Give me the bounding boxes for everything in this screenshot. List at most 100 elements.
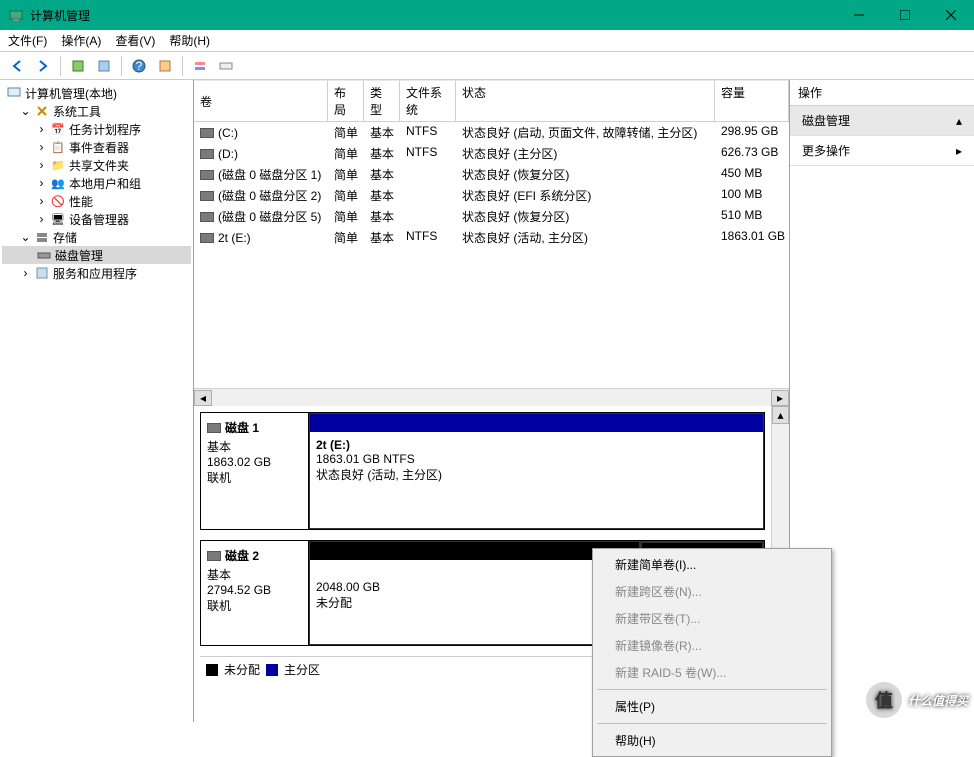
menu-file[interactable]: 文件(F) — [8, 32, 47, 49]
cell-type: 基本 — [364, 207, 400, 226]
expand-icon[interactable]: › — [36, 212, 47, 226]
cell-type: 基本 — [364, 123, 400, 142]
tree-label: 服务和应用程序 — [53, 265, 137, 282]
scroll-right-icon[interactable]: ▸ — [771, 390, 789, 406]
cell-fs: NTFS — [400, 123, 456, 142]
cell-type: 基本 — [364, 228, 400, 247]
back-button[interactable] — [6, 55, 28, 77]
watermark-text: 什么值得买 — [908, 692, 968, 709]
item-icon: 📋 — [50, 139, 66, 155]
table-header: 卷 布局 类型 文件系统 状态 容量 — [194, 80, 789, 122]
col-type[interactable]: 类型 — [364, 80, 400, 121]
cell-capacity: 100 MB — [715, 186, 789, 205]
cell-layout: 简单 — [328, 186, 364, 205]
menu-new-striped-volume[interactable]: 新建带区卷(T)... — [595, 605, 829, 632]
maximize-button[interactable] — [882, 0, 928, 30]
horizontal-scrollbar[interactable]: ◂ ▸ — [194, 388, 789, 406]
col-status[interactable]: 状态 — [456, 80, 715, 121]
partition-title: 2t (E:) — [316, 438, 757, 452]
menu-properties[interactable]: 属性(P) — [595, 693, 829, 720]
partition-e[interactable]: 2t (E:) 1863.01 GB NTFS 状态良好 (活动, 主分区) — [309, 413, 764, 529]
collapse-icon[interactable]: ⌄ — [20, 230, 31, 244]
expand-icon[interactable]: › — [36, 140, 47, 154]
table-row[interactable]: (磁盘 0 磁盘分区 1)简单基本状态良好 (恢复分区)450 MB — [194, 164, 789, 185]
tree-item[interactable]: ›📅任务计划程序 — [2, 120, 191, 138]
tree-services[interactable]: › 服务和应用程序 — [2, 264, 191, 282]
expand-icon[interactable]: › — [36, 176, 47, 190]
menu-new-spanned-volume[interactable]: 新建跨区卷(N)... — [595, 578, 829, 605]
scroll-up-icon[interactable]: ▴ — [772, 406, 789, 424]
close-button[interactable] — [928, 0, 974, 30]
scroll-left-icon[interactable]: ◂ — [194, 390, 212, 406]
table-row[interactable]: (磁盘 0 磁盘分区 2)简单基本状态良好 (EFI 系统分区)100 MB — [194, 185, 789, 206]
volume-icon — [200, 191, 214, 201]
nav-tree: 计算机管理(本地) ⌄ 系统工具 ›📅任务计划程序›📋事件查看器›📁共享文件夹›… — [0, 80, 194, 722]
tree-system-tools[interactable]: ⌄ 系统工具 — [2, 102, 191, 120]
expand-icon[interactable]: › — [20, 266, 31, 280]
cell-capacity: 450 MB — [715, 165, 789, 184]
disk-name: 磁盘 2 — [225, 547, 259, 564]
menu-new-raid5-volume[interactable]: 新建 RAID-5 卷(W)... — [595, 659, 829, 686]
tree-item[interactable]: ›🚫性能 — [2, 192, 191, 210]
tree-storage[interactable]: ⌄ 存储 — [2, 228, 191, 246]
expand-icon[interactable]: › — [36, 158, 47, 172]
cell-layout: 简单 — [328, 165, 364, 184]
actions-disk-mgmt[interactable]: 磁盘管理 ▴ — [790, 106, 974, 136]
cell-capacity: 298.95 GB — [715, 123, 789, 142]
actions-item-label: 磁盘管理 — [802, 112, 850, 129]
cell-volume: (磁盘 0 磁盘分区 1) — [218, 166, 321, 183]
volume-icon — [200, 170, 214, 180]
table-row[interactable]: (D:)简单基本NTFS状态良好 (主分区)626.73 GB — [194, 143, 789, 164]
cell-type: 基本 — [364, 186, 400, 205]
disk-1-box[interactable]: 磁盘 1 基本 1863.02 GB 联机 2t (E:) 1863.01 GB… — [200, 412, 765, 530]
menu-new-mirrored-volume[interactable]: 新建镜像卷(R)... — [595, 632, 829, 659]
storage-icon — [34, 229, 50, 245]
help-button[interactable]: ? — [128, 55, 150, 77]
cell-type: 基本 — [364, 144, 400, 163]
tree-item[interactable]: ›👥本地用户和组 — [2, 174, 191, 192]
toolbar-icon-6[interactable] — [215, 55, 237, 77]
table-row[interactable]: (C:)简单基本NTFS状态良好 (启动, 页面文件, 故障转储, 主分区)29… — [194, 122, 789, 143]
forward-button[interactable] — [32, 55, 54, 77]
menu-separator — [597, 723, 827, 724]
menu-help[interactable]: 帮助(H) — [595, 727, 829, 754]
tree-disk-management[interactable]: 磁盘管理 — [2, 246, 191, 264]
item-icon: 👥 — [50, 175, 66, 191]
tree-item[interactable]: ›🖥设备管理器 — [2, 210, 191, 228]
legend-unalloc-icon — [206, 664, 218, 676]
minimize-button[interactable] — [836, 0, 882, 30]
expand-icon[interactable]: › — [36, 122, 47, 136]
actions-more[interactable]: 更多操作 ▸ — [790, 136, 974, 166]
collapse-icon[interactable]: ⌄ — [20, 104, 31, 118]
legend-primary-label: 主分区 — [284, 661, 320, 678]
expand-icon[interactable]: › — [36, 194, 47, 208]
cell-fs — [400, 165, 456, 184]
menu-help[interactable]: 帮助(H) — [169, 32, 210, 49]
col-capacity[interactable]: 容量 — [715, 80, 789, 121]
menubar: 文件(F) 操作(A) 查看(V) 帮助(H) — [0, 30, 974, 52]
tree-root[interactable]: 计算机管理(本地) — [2, 84, 191, 102]
cell-layout: 简单 — [328, 207, 364, 226]
toolbar-icon-2[interactable] — [93, 55, 115, 77]
tree-label: 计算机管理(本地) — [25, 85, 117, 102]
col-volume[interactable]: 卷 — [194, 80, 328, 121]
table-row[interactable]: 2t (E:)简单基本NTFS状态良好 (活动, 主分区)1863.01 GB — [194, 227, 789, 248]
menu-separator — [597, 689, 827, 690]
partition-unalloc-1[interactable]: 2048.00 GB 未分配 — [309, 541, 640, 645]
toolbar-icon-1[interactable] — [67, 55, 89, 77]
tree-label: 本地用户和组 — [69, 175, 141, 192]
tree-item[interactable]: ›📋事件查看器 — [2, 138, 191, 156]
menu-view[interactable]: 查看(V) — [115, 32, 155, 49]
menu-action[interactable]: 操作(A) — [61, 32, 101, 49]
menu-new-simple-volume[interactable]: 新建简单卷(I)... — [595, 551, 829, 578]
cell-layout: 简单 — [328, 123, 364, 142]
toolbar-icon-4[interactable] — [154, 55, 176, 77]
toolbar-icon-5[interactable] — [189, 55, 211, 77]
col-filesystem[interactable]: 文件系统 — [400, 80, 456, 121]
table-row[interactable]: (磁盘 0 磁盘分区 5)简单基本状态良好 (恢复分区)510 MB — [194, 206, 789, 227]
disk-type: 基本 — [207, 566, 302, 583]
tree-item[interactable]: ›📁共享文件夹 — [2, 156, 191, 174]
disk-size: 1863.02 GB — [207, 455, 302, 469]
item-icon: 📅 — [50, 121, 66, 137]
col-layout[interactable]: 布局 — [328, 80, 364, 121]
